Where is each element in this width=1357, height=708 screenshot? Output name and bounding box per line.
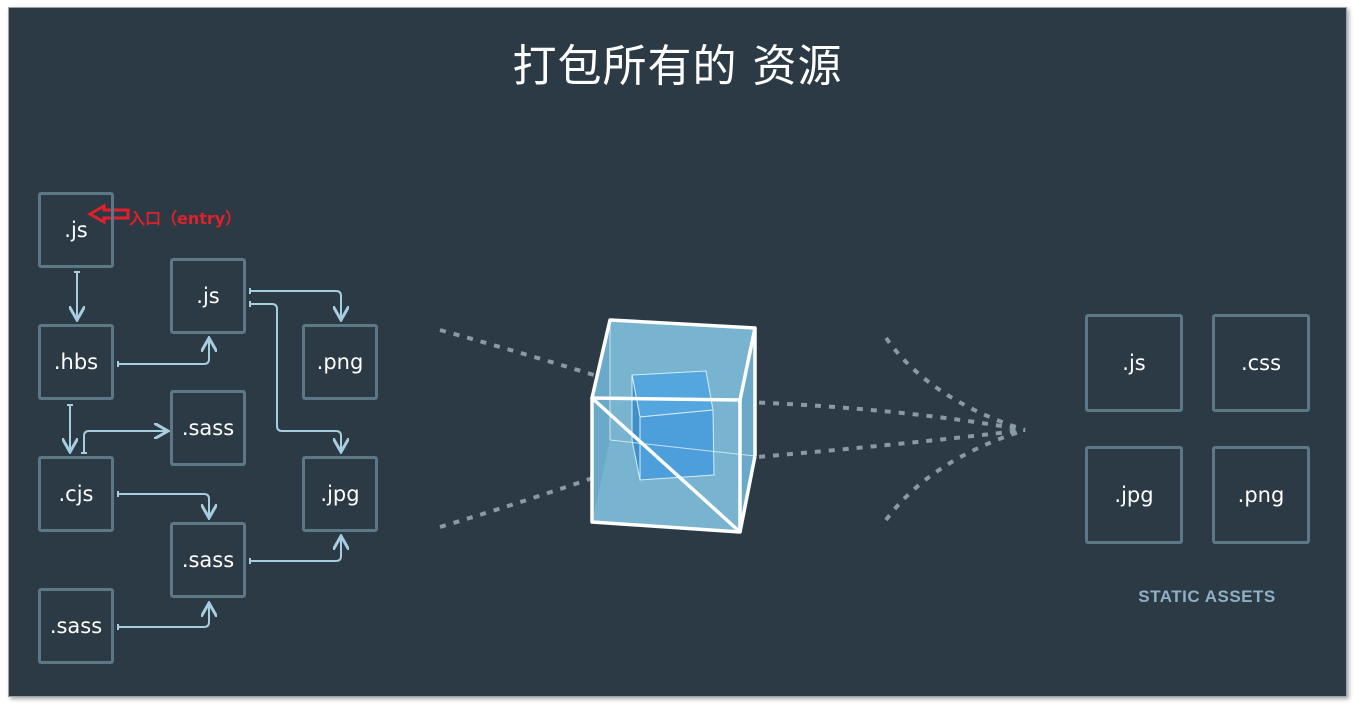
module-sass-bottom: .sass [38, 588, 114, 664]
asset-css: .css [1212, 314, 1310, 412]
edge-sass3-sass2 [118, 605, 209, 628]
stream-arc-top [884, 336, 1026, 432]
module-hbs: .hbs [38, 324, 114, 400]
edge-cjs-sass1 [83, 431, 166, 453]
module-png: .png [302, 324, 378, 400]
module-sass-upper: .sass [170, 390, 246, 466]
edge-cjs-sass2 [118, 493, 209, 516]
asset-jpg: .jpg [1085, 446, 1183, 544]
module-cjs: .cjs [38, 456, 114, 532]
module-js-secondary: .js [170, 258, 246, 334]
stream-bottom-right [744, 428, 1026, 460]
static-assets-label: STATIC ASSETS [1138, 587, 1276, 606]
edge-sass2-jpg [250, 538, 341, 562]
stream-top-left [439, 328, 611, 382]
module-sass-middle: .sass [170, 522, 246, 598]
stream-arc-bottom [884, 428, 1026, 522]
stream-bottom-left [439, 470, 611, 529]
stream-top-right [744, 400, 1026, 432]
edge-hbs-js2 [118, 340, 209, 365]
module-entry-js: .js [38, 192, 114, 268]
asset-js: .js [1085, 314, 1183, 412]
module-jpg: .jpg [302, 456, 378, 532]
asset-png: .png [1212, 446, 1310, 544]
entry-label: 入口（entry） [129, 209, 242, 228]
bundle-cube-icon [590, 318, 757, 534]
